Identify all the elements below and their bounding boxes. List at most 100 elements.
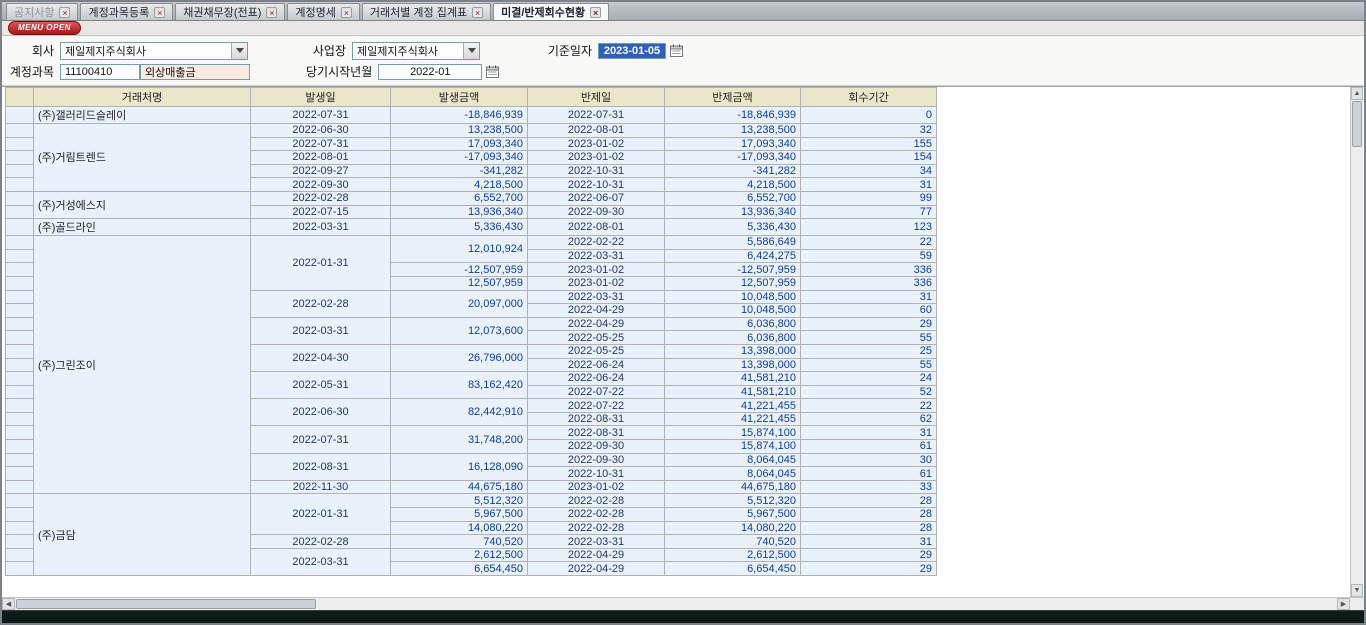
- cell-settle-amount[interactable]: 5,336,430: [665, 219, 801, 236]
- cell-settle-date[interactable]: 2022-04-29: [528, 548, 665, 562]
- scroll-down-icon[interactable]: ▼: [1351, 584, 1363, 597]
- row-selector[interactable]: [6, 191, 34, 205]
- cell-occur-amount[interactable]: 13,936,340: [391, 205, 528, 219]
- row-selector[interactable]: [6, 494, 34, 508]
- cell-collect-days[interactable]: 52: [801, 385, 937, 399]
- cell-settle-amount[interactable]: 5,512,320: [665, 494, 801, 508]
- cell-occur-amount[interactable]: 44,675,180: [391, 480, 528, 494]
- tab-close-icon[interactable]: ×: [154, 7, 165, 18]
- cell-settle-amount[interactable]: 6,036,800: [665, 317, 801, 331]
- cell-collect-days[interactable]: 29: [801, 548, 937, 562]
- cell-collect-days[interactable]: 25: [801, 344, 937, 358]
- column-header-customer-name[interactable]: 거래처명: [34, 88, 251, 107]
- cell-collect-days[interactable]: 28: [801, 508, 937, 522]
- row-selector[interactable]: [6, 263, 34, 277]
- cell-collect-days[interactable]: 61: [801, 440, 937, 454]
- cell-customer-name[interactable]: (주)거림트렌드: [34, 124, 251, 192]
- cell-collect-days[interactable]: 60: [801, 304, 937, 318]
- vertical-scrollbar[interactable]: ▲ ▼: [1350, 87, 1363, 597]
- tab-ledger-slip[interactable]: 채권채무장(전표)×: [175, 3, 285, 20]
- company-select[interactable]: 제일제지주식회사: [60, 42, 248, 60]
- row-selector[interactable]: [6, 480, 34, 494]
- cell-occur-amount[interactable]: -18,846,939: [391, 107, 528, 124]
- row-selector[interactable]: [6, 249, 34, 263]
- cell-settle-amount[interactable]: 6,654,450: [665, 562, 801, 576]
- cell-occur-date[interactable]: 2022-01-31: [251, 236, 391, 290]
- cell-occur-date[interactable]: 2022-07-15: [251, 205, 391, 219]
- cell-occur-amount[interactable]: 5,967,500: [391, 508, 528, 522]
- cell-settle-date[interactable]: 2022-03-31: [528, 290, 665, 304]
- cell-collect-days[interactable]: 31: [801, 290, 937, 304]
- cell-settle-amount[interactable]: 2,612,500: [665, 548, 801, 562]
- cell-settle-amount[interactable]: 14,080,220: [665, 521, 801, 535]
- cell-collect-days[interactable]: 55: [801, 331, 937, 345]
- cell-collect-days[interactable]: 61: [801, 467, 937, 481]
- cell-settle-amount[interactable]: 6,424,275: [665, 249, 801, 263]
- cell-occur-amount[interactable]: -17,093,340: [391, 151, 528, 165]
- cell-settle-amount[interactable]: -18,846,939: [665, 107, 801, 124]
- vertical-scroll-thumb[interactable]: [1352, 101, 1362, 147]
- cell-settle-date[interactable]: 2022-09-30: [528, 440, 665, 454]
- calendar-icon[interactable]: [485, 64, 500, 79]
- site-select[interactable]: 제일제지주식회사: [352, 42, 480, 60]
- tab-close-icon[interactable]: ×: [590, 7, 601, 18]
- cell-occur-date[interactable]: 2022-08-01: [251, 151, 391, 165]
- row-selector[interactable]: [6, 107, 34, 124]
- cell-occur-amount[interactable]: 6,552,700: [391, 191, 528, 205]
- cell-collect-days[interactable]: 336: [801, 263, 937, 277]
- row-selector[interactable]: [6, 331, 34, 345]
- cell-settle-amount[interactable]: 12,507,959: [665, 276, 801, 290]
- cell-settle-amount[interactable]: 44,675,180: [665, 480, 801, 494]
- cell-occur-amount[interactable]: 31,748,200: [391, 426, 528, 453]
- cell-settle-amount[interactable]: 13,238,500: [665, 124, 801, 138]
- cell-occur-amount[interactable]: 6,654,450: [391, 562, 528, 576]
- cell-settle-amount[interactable]: 13,398,000: [665, 358, 801, 372]
- cell-settle-amount[interactable]: 8,064,045: [665, 453, 801, 467]
- row-selector[interactable]: [6, 205, 34, 219]
- row-selector[interactable]: [6, 137, 34, 151]
- cell-settle-date[interactable]: 2022-08-31: [528, 426, 665, 440]
- column-header-collect-days[interactable]: 회수기간: [801, 88, 937, 107]
- cell-occur-date[interactable]: 2022-06-30: [251, 399, 391, 426]
- cell-occur-date[interactable]: 2022-04-30: [251, 344, 391, 371]
- cell-settle-amount[interactable]: 13,398,000: [665, 344, 801, 358]
- row-selector[interactable]: [6, 426, 34, 440]
- tab-outstanding-settlement-status[interactable]: 미결/반제회수현황×: [493, 3, 609, 20]
- cell-settle-date[interactable]: 2022-04-29: [528, 304, 665, 318]
- cell-settle-date[interactable]: 2022-10-31: [528, 178, 665, 192]
- tab-close-icon[interactable]: ×: [341, 7, 352, 18]
- cell-settle-date[interactable]: 2022-02-28: [528, 508, 665, 522]
- cell-occur-date[interactable]: 2022-02-28: [251, 191, 391, 205]
- cell-occur-date[interactable]: 2022-02-28: [251, 535, 391, 549]
- cell-settle-date[interactable]: 2022-06-07: [528, 191, 665, 205]
- cell-settle-date[interactable]: 2022-08-01: [528, 124, 665, 138]
- column-header-occur-date[interactable]: 발생일: [251, 88, 391, 107]
- cell-collect-days[interactable]: 33: [801, 480, 937, 494]
- chevron-down-icon[interactable]: [231, 43, 247, 59]
- row-selector[interactable]: [6, 508, 34, 522]
- cell-settle-date[interactable]: 2022-07-31: [528, 107, 665, 124]
- cell-occur-date[interactable]: 2022-09-30: [251, 178, 391, 192]
- row-selector[interactable]: [6, 453, 34, 467]
- cell-occur-amount[interactable]: 13,238,500: [391, 124, 528, 138]
- cell-occur-date[interactable]: 2022-07-31: [251, 426, 391, 453]
- cell-occur-amount[interactable]: 5,512,320: [391, 494, 528, 508]
- cell-occur-amount[interactable]: 12,507,959: [391, 276, 528, 290]
- column-header-occur-amount[interactable]: 발생금액: [391, 88, 528, 107]
- cell-settle-date[interactable]: 2022-09-30: [528, 205, 665, 219]
- cell-occur-date[interactable]: 2022-07-31: [251, 137, 391, 151]
- tab-close-icon[interactable]: ×: [472, 7, 483, 18]
- cell-settle-amount[interactable]: 5,586,649: [665, 236, 801, 250]
- cell-settle-amount[interactable]: 4,218,500: [665, 178, 801, 192]
- cell-settle-amount[interactable]: 10,048,500: [665, 304, 801, 318]
- cell-customer-name[interactable]: (주)골드라인: [34, 219, 251, 236]
- cell-occur-date[interactable]: 2022-11-30: [251, 480, 391, 494]
- cell-settle-amount[interactable]: -17,093,340: [665, 151, 801, 165]
- cell-settle-amount[interactable]: 740,520: [665, 535, 801, 549]
- cell-settle-date[interactable]: 2022-08-31: [528, 412, 665, 426]
- cell-collect-days[interactable]: 99: [801, 191, 937, 205]
- cell-occur-date[interactable]: 2022-06-30: [251, 124, 391, 138]
- cell-settle-date[interactable]: 2022-05-25: [528, 331, 665, 345]
- cell-settle-date[interactable]: 2022-06-24: [528, 358, 665, 372]
- cell-settle-date[interactable]: 2022-03-31: [528, 535, 665, 549]
